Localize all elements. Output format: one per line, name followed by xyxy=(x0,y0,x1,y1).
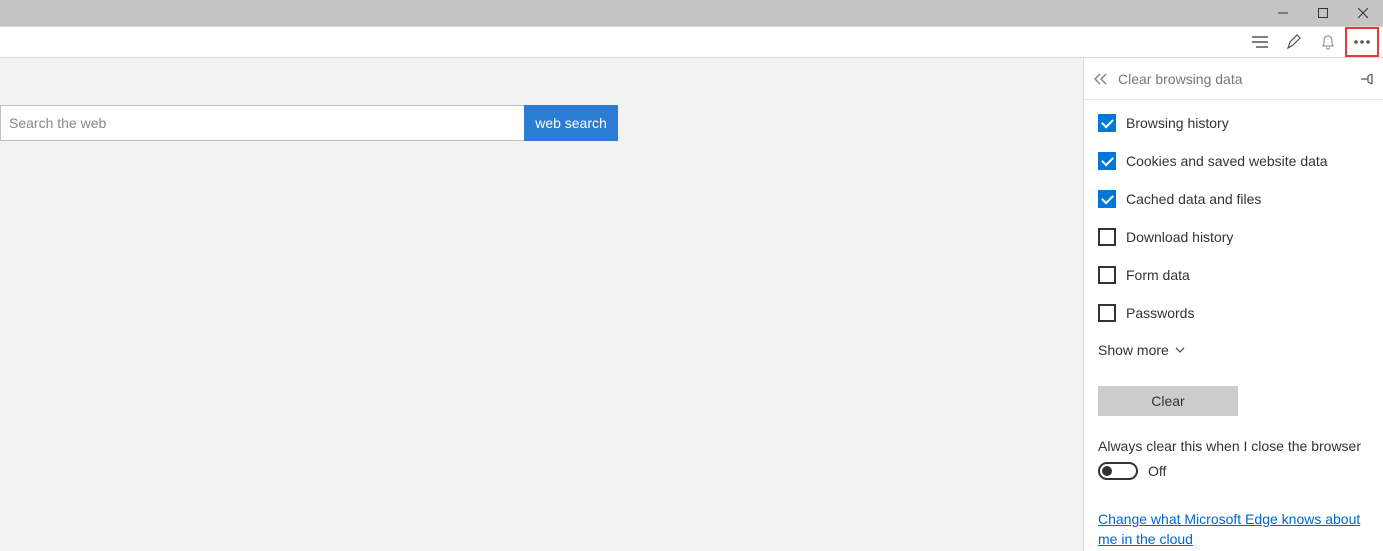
more-button[interactable] xyxy=(1345,27,1379,57)
checkbox[interactable] xyxy=(1098,190,1116,208)
check-row-form-data[interactable]: Form data xyxy=(1098,266,1369,284)
check-row-download-history[interactable]: Download history xyxy=(1098,228,1369,246)
notes-icon xyxy=(1286,34,1302,50)
checkbox[interactable] xyxy=(1098,228,1116,246)
check-row-cache[interactable]: Cached data and files xyxy=(1098,190,1369,208)
checkbox-label: Browsing history xyxy=(1126,115,1229,131)
show-more-label: Show more xyxy=(1098,342,1169,358)
maximize-button[interactable] xyxy=(1303,0,1343,26)
web-search-button[interactable]: web search xyxy=(524,105,618,141)
clear-browsing-data-panel: Clear browsing data Browsing history Coo… xyxy=(1083,58,1383,551)
panel-title: Clear browsing data xyxy=(1118,71,1359,87)
pin-button[interactable] xyxy=(1359,72,1373,86)
reading-list-button[interactable] xyxy=(1243,27,1277,57)
checkbox[interactable] xyxy=(1098,266,1116,284)
close-button[interactable] xyxy=(1343,0,1383,26)
clear-button[interactable]: Clear xyxy=(1098,386,1238,416)
always-clear-label: Always clear this when I close the brows… xyxy=(1098,438,1369,454)
toggle-state-label: Off xyxy=(1148,463,1166,479)
more-icon xyxy=(1354,40,1370,44)
notifications-button[interactable] xyxy=(1311,27,1345,57)
reading-list-icon xyxy=(1252,36,1268,48)
search-bar: web search xyxy=(0,105,618,141)
titlebar xyxy=(0,0,1383,26)
notes-button[interactable] xyxy=(1277,27,1311,57)
checkbox-label: Download history xyxy=(1126,229,1233,245)
show-more-button[interactable]: Show more xyxy=(1098,342,1369,358)
search-input[interactable] xyxy=(0,105,524,141)
pin-icon xyxy=(1359,72,1373,86)
bell-icon xyxy=(1320,34,1336,50)
checkbox[interactable] xyxy=(1098,114,1116,132)
always-clear-toggle-row: Off xyxy=(1098,462,1369,480)
chevron-down-icon xyxy=(1175,346,1185,354)
back-button[interactable] xyxy=(1094,73,1108,85)
checkbox[interactable] xyxy=(1098,304,1116,322)
always-clear-toggle[interactable] xyxy=(1098,462,1138,480)
minimize-button[interactable] xyxy=(1263,0,1303,26)
minimize-icon xyxy=(1278,8,1288,18)
check-row-cookies[interactable]: Cookies and saved website data xyxy=(1098,152,1369,170)
checkbox-label: Cached data and files xyxy=(1126,191,1261,207)
close-icon xyxy=(1358,8,1368,18)
checkbox-label: Cookies and saved website data xyxy=(1126,153,1328,169)
check-row-browsing-history[interactable]: Browsing history xyxy=(1098,114,1369,132)
cloud-privacy-link[interactable]: Change what Microsoft Edge knows about m… xyxy=(1098,510,1369,549)
check-row-passwords[interactable]: Passwords xyxy=(1098,304,1369,322)
panel-body: Browsing history Cookies and saved websi… xyxy=(1084,100,1383,549)
panel-header: Clear browsing data xyxy=(1084,58,1383,100)
checkbox-label: Form data xyxy=(1126,267,1190,283)
maximize-icon xyxy=(1318,8,1328,18)
chevron-left-double-icon xyxy=(1094,73,1108,85)
checkbox[interactable] xyxy=(1098,152,1116,170)
checkbox-label: Passwords xyxy=(1126,305,1194,321)
toolbar xyxy=(0,26,1383,58)
